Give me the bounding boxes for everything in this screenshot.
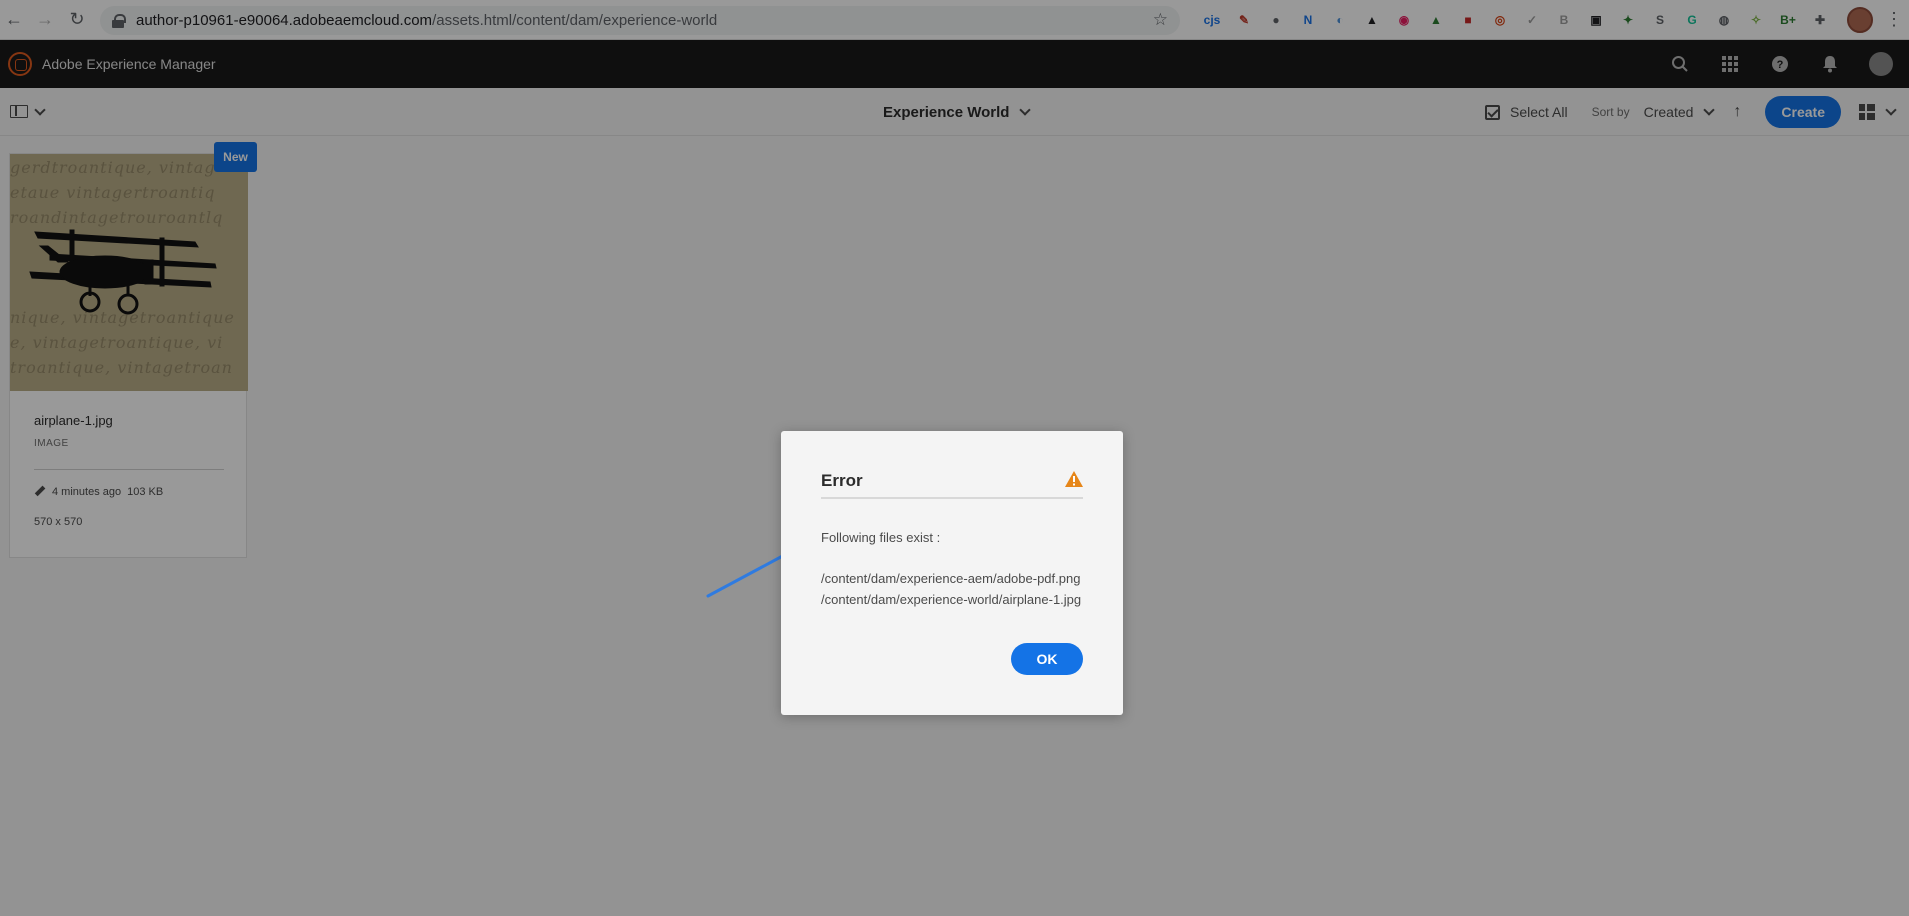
conflict-file: /content/dam/experience-world/airplane-1… (821, 592, 1082, 607)
dialog-header: Error (821, 471, 1083, 499)
ok-button[interactable]: OK (1011, 643, 1083, 675)
conflict-file-list: /content/dam/experience-aem/adobe-pdf.pn… (821, 568, 1091, 610)
error-dialog: Error Following files exist : /content/d… (781, 431, 1123, 715)
conflict-file: /content/dam/experience-aem/adobe-pdf.pn… (821, 571, 1081, 586)
dialog-body: Following files exist : /content/dam/exp… (821, 527, 1091, 610)
dialog-title: Error (821, 471, 863, 490)
warning-icon (1065, 471, 1083, 492)
dialog-message: Following files exist : (821, 530, 941, 545)
